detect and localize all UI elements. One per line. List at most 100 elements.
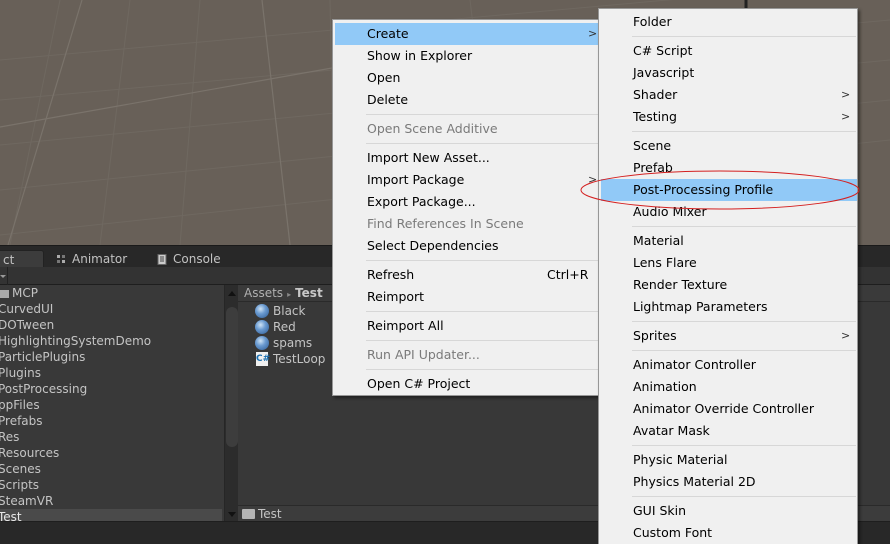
menu-item-javascript[interactable]: Javascript xyxy=(601,62,857,84)
menu-item-label: Create xyxy=(367,26,409,41)
scroll-thumb[interactable] xyxy=(226,307,238,447)
asset-item[interactable]: spams xyxy=(255,335,312,351)
menu-item-show-in-explorer[interactable]: Show in Explorer xyxy=(335,45,598,67)
menu-separator xyxy=(366,369,598,370)
tab-project[interactable]: ct xyxy=(0,250,44,268)
tree-item[interactable]: SteamVR xyxy=(0,493,222,509)
breadcrumb-current[interactable]: Test xyxy=(295,286,323,300)
menu-item-label: Animation xyxy=(633,379,697,394)
menu-item-scene[interactable]: Scene xyxy=(601,135,857,157)
menu-separator xyxy=(632,321,856,322)
tree-item-label: PostProcessing xyxy=(0,382,88,396)
menu-item-create[interactable]: Create > xyxy=(335,23,598,45)
menu-item-physics-material-2d[interactable]: Physics Material 2D xyxy=(601,471,857,493)
menu-item-label: Select Dependencies xyxy=(367,238,499,253)
menu-item-lens-flare[interactable]: Lens Flare xyxy=(601,252,857,274)
tree-item[interactable]: ppFiles xyxy=(0,397,222,413)
menu-item-animator-controller[interactable]: Animator Controller xyxy=(601,354,857,376)
menu-separator xyxy=(366,114,598,115)
menu-item-label: Javascript xyxy=(633,65,695,80)
tree-item[interactable]: Prefabs xyxy=(0,413,222,429)
tab-project-label: ct xyxy=(3,253,15,267)
tree-item-label: DOTween xyxy=(0,318,55,332)
tree-item[interactable]: Resources xyxy=(0,445,222,461)
menu-item-animation[interactable]: Animation xyxy=(601,376,857,398)
menu-item-label: Physic Material xyxy=(633,452,728,467)
menu-separator xyxy=(632,36,856,37)
menu-item-testing[interactable]: Testing > xyxy=(601,106,857,128)
material-sphere-icon xyxy=(255,304,269,318)
menu-item-sprites[interactable]: Sprites > xyxy=(601,325,857,347)
menu-item-label: Export Package... xyxy=(367,194,476,209)
tree-item[interactable]: Scripts xyxy=(0,477,222,493)
tree-item-label: Prefabs xyxy=(0,414,43,428)
asset-label: Black xyxy=(273,304,306,318)
menu-item-avatar-mask[interactable]: Avatar Mask xyxy=(601,420,857,442)
menu-item-open[interactable]: Open xyxy=(335,67,598,89)
tab-console[interactable]: Console xyxy=(155,250,245,268)
chevron-right-icon: > xyxy=(841,329,851,342)
menu-item-audio-mixer[interactable]: Audio Mixer xyxy=(601,201,857,223)
menu-item-export-package[interactable]: Export Package... xyxy=(335,191,598,213)
chevron-right-icon: > xyxy=(588,173,598,186)
menu-item-reimport-all[interactable]: Reimport All xyxy=(335,315,598,337)
menu-item-delete[interactable]: Delete xyxy=(335,89,598,111)
breadcrumb-root[interactable]: Assets xyxy=(244,286,283,300)
menu-item-render-texture[interactable]: Render Texture xyxy=(601,274,857,296)
menu-item-post-processing-profile[interactable]: Post-Processing Profile xyxy=(601,179,857,201)
scroll-down-icon[interactable] xyxy=(228,512,236,517)
folder-tree[interactable]: MCP CurvedUI DOTween HighlightingSystemDemo… xyxy=(0,285,224,525)
menu-item-gui-skin[interactable]: GUI Skin xyxy=(601,500,857,522)
tab-animator[interactable]: Animator xyxy=(54,250,144,268)
menu-item-open-c-project[interactable]: Open C# Project xyxy=(335,373,598,395)
menu-item-label: Material xyxy=(633,233,684,248)
menu-item-folder[interactable]: Folder xyxy=(601,11,857,33)
tree-item[interactable]: CurvedUI xyxy=(0,301,222,317)
menu-item-select-dependencies[interactable]: Select Dependencies xyxy=(335,235,598,257)
chevron-right-icon: > xyxy=(588,27,598,40)
menu-item-custom-font[interactable]: Custom Font xyxy=(601,522,857,544)
menu-item-label: Lightmap Parameters xyxy=(633,299,768,314)
breadcrumb-separator-icon: ▸ xyxy=(287,290,292,299)
menu-item-lightmap-parameters[interactable]: Lightmap Parameters xyxy=(601,296,857,318)
menu-item-find-references-in-scene: Find References In Scene xyxy=(335,213,598,235)
tree-item[interactable]: Scenes xyxy=(0,461,222,477)
menu-item-physic-material[interactable]: Physic Material xyxy=(601,449,857,471)
asset-label: Red xyxy=(273,320,296,334)
tree-item[interactable]: ParticlePlugins xyxy=(0,349,222,365)
menu-item-animator-override-controller[interactable]: Animator Override Controller xyxy=(601,398,857,420)
tree-item-label: ParticlePlugins xyxy=(0,350,86,364)
menu-item-label: Lens Flare xyxy=(633,255,697,270)
menu-item-material[interactable]: Material xyxy=(601,230,857,252)
menu-separator xyxy=(632,226,856,227)
tree-item[interactable]: Plugins xyxy=(0,365,222,381)
menu-item-shader[interactable]: Shader > xyxy=(601,84,857,106)
menu-separator xyxy=(366,260,598,261)
csharp-script-icon: C# xyxy=(256,352,271,366)
tree-item[interactable]: PostProcessing xyxy=(0,381,222,397)
menu-item-label: Import Package xyxy=(367,172,465,187)
asset-item[interactable]: Black xyxy=(255,303,305,319)
tree-item[interactable]: DOTween xyxy=(0,317,222,333)
menu-item-c-script[interactable]: C# Script xyxy=(601,40,857,62)
tree-scrollbar[interactable] xyxy=(224,285,238,521)
menu-item-import-new-asset[interactable]: Import New Asset... xyxy=(335,147,598,169)
tree-item[interactable]: Res xyxy=(0,429,222,445)
menu-item-reimport[interactable]: Reimport xyxy=(335,286,598,308)
menu-item-refresh[interactable]: Refresh Ctrl+R xyxy=(335,264,598,286)
scroll-up-icon[interactable] xyxy=(228,291,236,296)
menu-separator xyxy=(632,445,856,446)
tree-item-label: Plugins xyxy=(0,366,41,380)
tree-item-label: Resources xyxy=(0,446,60,460)
asset-item[interactable]: Red xyxy=(255,319,296,335)
tree-item[interactable]: MCP xyxy=(0,285,224,301)
menu-item-label: Refresh xyxy=(367,267,415,282)
material-sphere-icon xyxy=(255,336,269,350)
create-dropdown[interactable] xyxy=(0,267,8,285)
menu-item-import-package[interactable]: Import Package > xyxy=(335,169,598,191)
asset-item[interactable]: C# TestLoop xyxy=(255,351,325,367)
menu-item-label: Import New Asset... xyxy=(367,150,490,165)
menu-item-label: Folder xyxy=(633,14,672,29)
menu-item-prefab[interactable]: Prefab xyxy=(601,157,857,179)
tree-item[interactable]: HighlightingSystemDemo xyxy=(0,333,222,349)
